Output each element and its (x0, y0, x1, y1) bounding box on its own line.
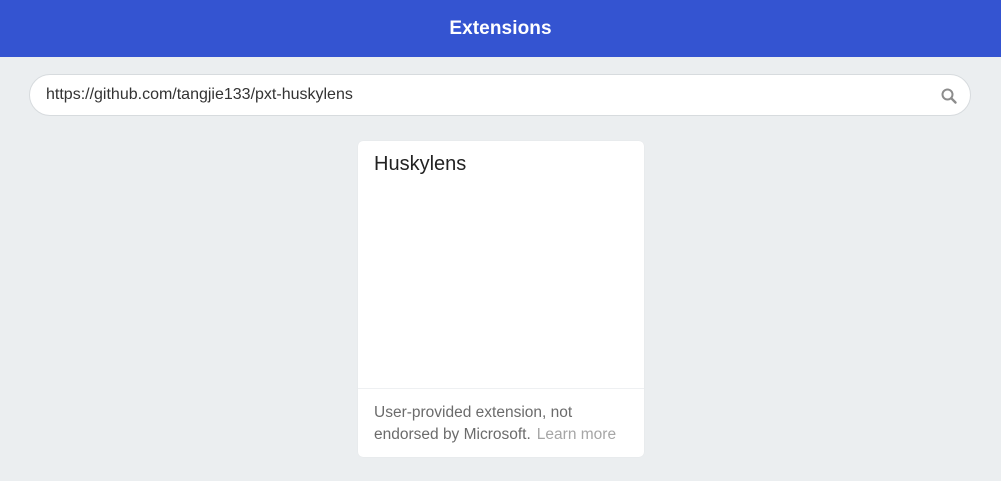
extension-disclaimer: User-provided extension, not endorsed by… (358, 388, 644, 457)
header-bar: Extensions (0, 0, 1001, 57)
search-icon[interactable] (940, 87, 958, 105)
search-box (29, 74, 971, 116)
search-input[interactable] (46, 75, 926, 115)
extension-title: Huskylens (374, 153, 467, 175)
learn-more-link[interactable]: Learn more (537, 426, 616, 443)
extension-card[interactable]: Huskylens User-provided extension, not e… (358, 141, 644, 457)
page-title: Extensions (449, 17, 552, 39)
